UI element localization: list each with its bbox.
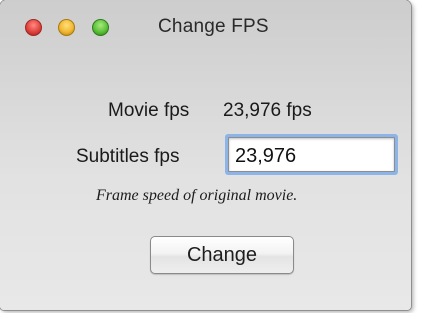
- hint-text: Frame speed of original movie.: [96, 187, 298, 204]
- change-fps-window: Change FPS Movie fps 23,976 fps Subtitle…: [0, 0, 411, 310]
- subtitles-fps-label: Subtitles fps: [76, 146, 180, 167]
- minimize-icon[interactable]: [58, 19, 75, 36]
- close-icon[interactable]: [25, 19, 42, 36]
- title-bar[interactable]: Change FPS: [0, 0, 411, 62]
- change-button[interactable]: Change: [150, 236, 294, 274]
- movie-fps-label: Movie fps: [108, 100, 190, 121]
- zoom-icon[interactable]: [92, 19, 109, 36]
- subtitles-fps-input[interactable]: [228, 137, 395, 172]
- movie-fps-value: 23,976 fps: [223, 100, 312, 121]
- window-title: Change FPS: [158, 16, 269, 37]
